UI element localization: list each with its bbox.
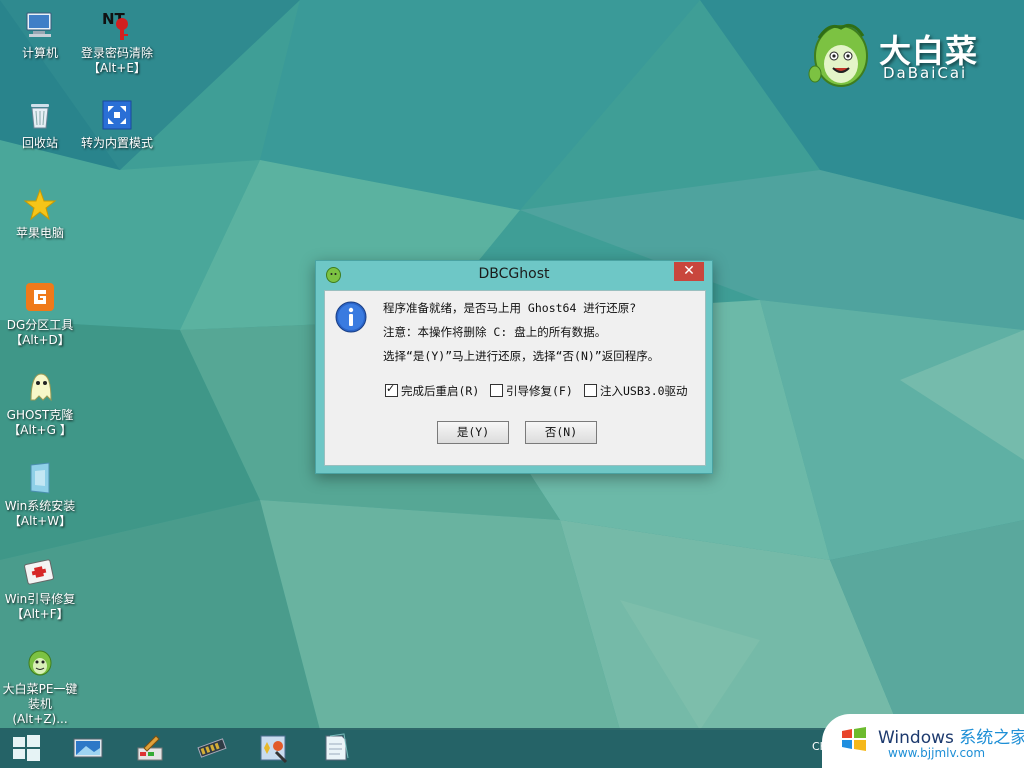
desktop-icon-win-boot-repair[interactable]: Win引导修复 【Alt+F】 xyxy=(1,554,79,622)
desktop-icon-ghost-clone[interactable]: GHOST克隆 【Alt+G 】 xyxy=(1,370,79,438)
tools-icon xyxy=(260,735,288,764)
desktop-icon-dabaicai-pe-install[interactable]: 大白菜PE一键 装机(Alt+Z)... xyxy=(1,644,79,727)
close-button[interactable]: ✕ xyxy=(674,262,704,281)
checkbox-checked[interactable] xyxy=(385,382,398,397)
password-clear-icon: NT xyxy=(100,8,134,42)
taskbar-memory-button[interactable] xyxy=(196,732,228,764)
watermark-title: Windows 系统之家 xyxy=(878,723,1024,748)
dabaicai-icon xyxy=(23,644,57,678)
desktop-icon-switch-internal-mode[interactable]: 转为内置模式 xyxy=(78,98,156,151)
brand-logo: 大白菜 DaBaiCai xyxy=(805,18,1010,90)
desktop-icon-label: Win系统安装 【Alt+W】 xyxy=(4,499,76,528)
dialog-message-ready: 程序准备就绪，是否马上用 Ghost64 进行还原? xyxy=(383,301,637,315)
desktop-icon-apple-computer[interactable]: 苹果电脑 xyxy=(1,188,79,241)
desktop-icon-win-install[interactable]: Win系统安装 【Alt+W】 xyxy=(1,461,79,529)
star-icon xyxy=(23,188,57,222)
desktop-icon-label: DG分区工具 【Alt+D】 xyxy=(6,318,74,347)
desktop-icon-dg-partition[interactable]: DG分区工具 【Alt+D】 xyxy=(1,280,79,348)
computer-icon xyxy=(23,8,57,42)
start-button[interactable] xyxy=(10,732,42,764)
desktop-icon-label: 转为内置模式 xyxy=(80,136,153,150)
desktop-icon-label: 回收站 xyxy=(21,136,58,150)
dialog-title: DBCGhost xyxy=(478,266,550,282)
paint-icon xyxy=(137,735,163,761)
taskbar-paint-button[interactable] xyxy=(134,732,166,764)
brand-name-en: DaBaiCai xyxy=(883,64,968,82)
memory-icon xyxy=(197,738,227,758)
info-icon xyxy=(335,301,367,333)
watermark-title-main: Windows xyxy=(878,728,960,748)
dialog-message-instructions: 选择“是(Y)”马上进行还原，选择“否(N)”返回程序。 xyxy=(383,349,660,363)
dbcghost-dialog: DBCGhost ✕ 程序准备就绪，是否马上用 Ghost64 进行还原? 注意… xyxy=(315,260,713,474)
desktop-icon-label: Win引导修复 【Alt+F】 xyxy=(4,592,76,621)
start-icon xyxy=(13,735,40,761)
watermark-badge: Windows 系统之家 www.bjjmlv.com xyxy=(822,714,1024,768)
cabbage-mascot-icon xyxy=(808,23,868,87)
desktop-icon xyxy=(73,738,103,758)
ghost-icon xyxy=(23,370,57,404)
watermark-title-accent: 系统之家 xyxy=(959,728,1024,748)
first-aid-icon xyxy=(23,554,57,588)
inject-usb3-driver-checkbox[interactable]: 注入USB3.0驱动 xyxy=(584,383,688,399)
desktop-icon-recycle-bin[interactable]: 回收站 xyxy=(1,98,79,151)
switch-mode-icon xyxy=(100,98,134,132)
restart-after-completion-checkbox[interactable]: 完成后重启(R) xyxy=(385,382,480,399)
win-install-icon xyxy=(23,461,57,495)
checkbox-label: 引导修复(F) xyxy=(506,384,573,398)
checkbox-label: 注入USB3.0驱动 xyxy=(600,384,688,398)
taskbar-notepad-button[interactable] xyxy=(320,732,352,764)
taskbar-tools-button[interactable] xyxy=(258,732,290,764)
taskbar-desktop-button[interactable] xyxy=(72,732,104,764)
windows-flag-icon xyxy=(842,727,866,751)
dg-partition-icon xyxy=(23,280,57,314)
checkbox-unchecked[interactable] xyxy=(490,384,503,397)
notepad-icon xyxy=(325,733,349,761)
desktop-icon-label: 计算机 xyxy=(21,46,58,60)
no-button[interactable]: 否(N) xyxy=(525,421,597,444)
desktop-icon-label: 大白菜PE一键 装机(Alt+Z)... xyxy=(2,682,78,726)
dialog-message-warning: 注意：本操作将删除 C: 盘上的所有数据。 xyxy=(383,325,607,339)
checkbox-label: 完成后重启(R) xyxy=(401,384,480,398)
desktop-icon-computer[interactable]: 计算机 xyxy=(1,8,79,61)
desktop-icon-password-clear[interactable]: NT 登录密码清除 【Alt+E】 xyxy=(78,8,156,76)
watermark-url: www.bjjmlv.com xyxy=(888,746,986,760)
desktop-icon-label: GHOST克隆 【Alt+G 】 xyxy=(6,408,74,437)
dialog-body: 程序准备就绪，是否马上用 Ghost64 进行还原? 注意：本操作将删除 C: … xyxy=(324,290,706,466)
desktop-icon-label: 登录密码清除 【Alt+E】 xyxy=(80,46,153,75)
boot-repair-checkbox[interactable]: 引导修复(F) xyxy=(490,383,573,399)
recycle-bin-icon xyxy=(23,98,57,132)
desktop-icon-label: 苹果电脑 xyxy=(15,226,64,240)
checkbox-unchecked[interactable] xyxy=(584,384,597,397)
yes-button[interactable]: 是(Y) xyxy=(437,421,509,444)
dialog-titlebar[interactable]: DBCGhost ✕ xyxy=(316,261,712,289)
